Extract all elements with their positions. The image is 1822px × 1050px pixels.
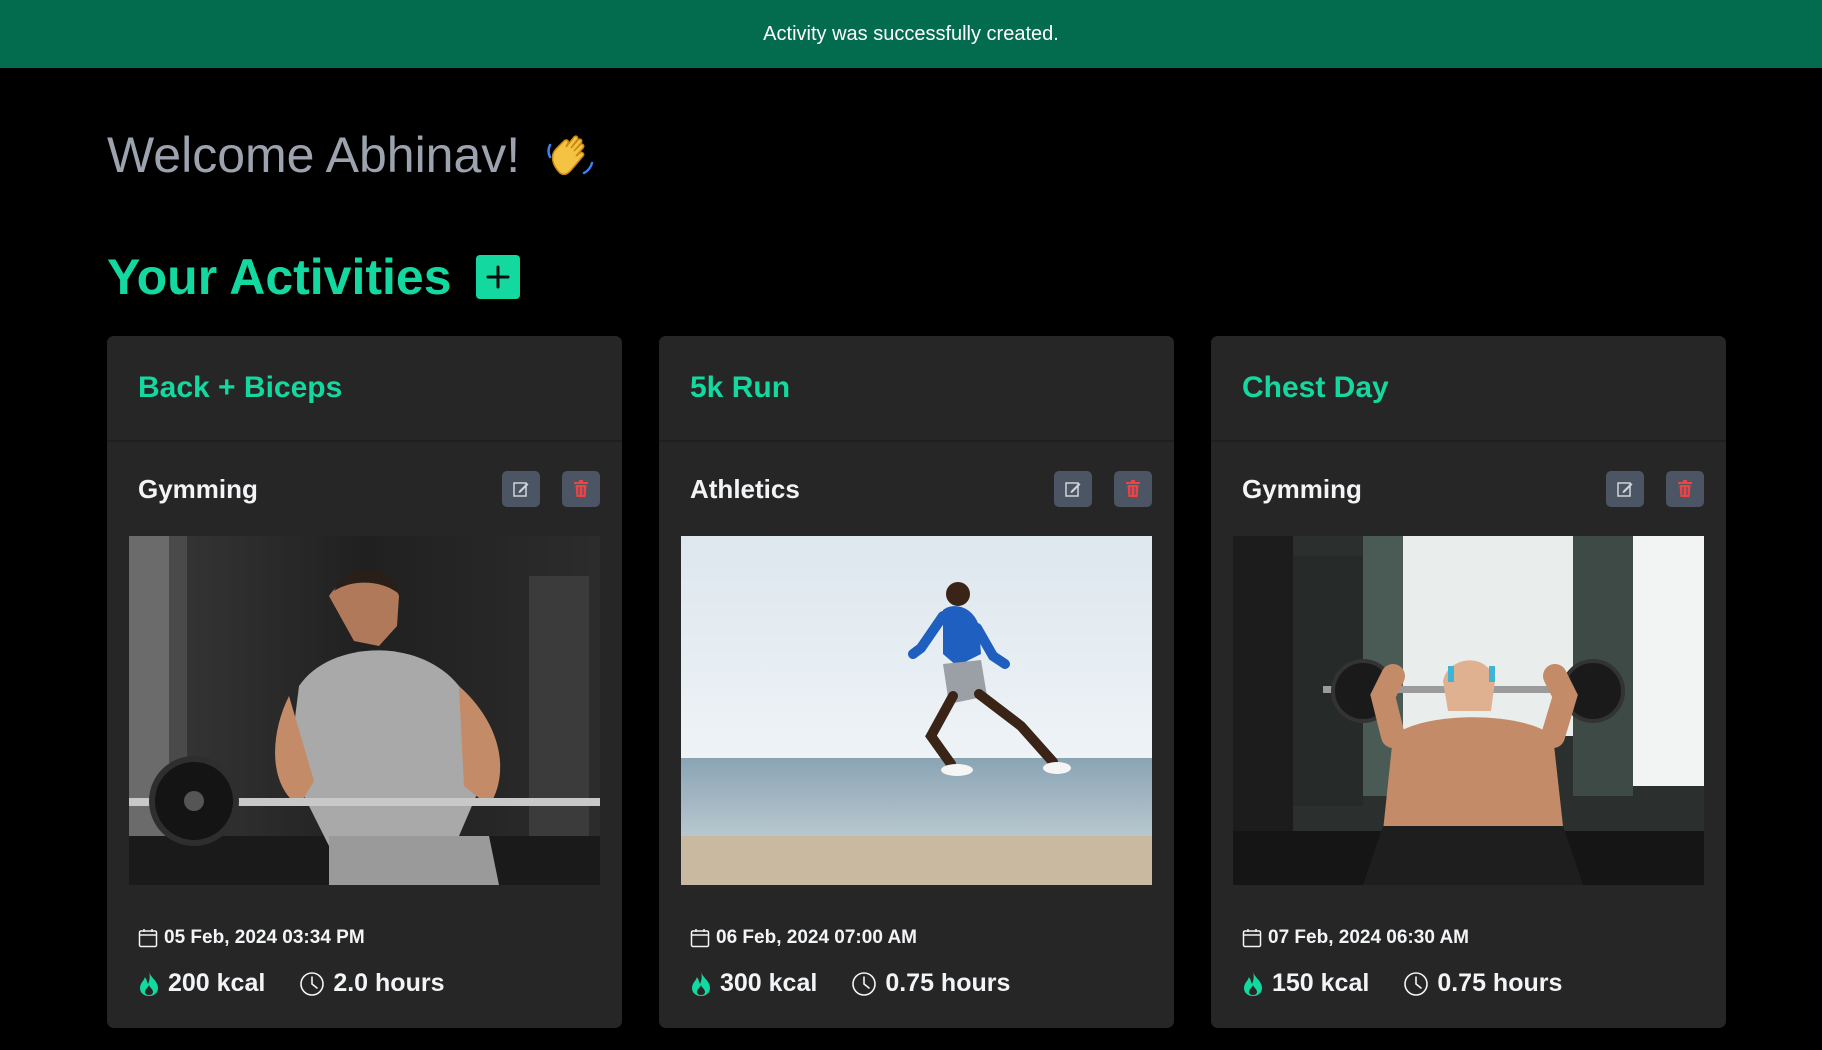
edit-icon: [513, 482, 529, 497]
welcome-title: Welcome Abhinav!: [107, 127, 521, 183]
duration-value: 0.75 hours: [1437, 969, 1563, 997]
card-subheader: Gymming: [1211, 442, 1726, 536]
activity-title[interactable]: Back + Biceps: [138, 371, 342, 405]
edit-button[interactable]: [1606, 471, 1644, 507]
calories-stat: 300 kcal: [690, 969, 817, 998]
activity-image: [681, 536, 1152, 885]
card-header: 5k Run: [659, 336, 1174, 442]
duration-stat: 0.75 hours: [851, 969, 1010, 998]
edit-button[interactable]: [502, 471, 540, 507]
clock-icon: [1404, 971, 1429, 996]
activity-category: Athletics: [690, 473, 800, 504]
activity-date: 06 Feb, 2024 07:00 AM: [690, 927, 1143, 949]
edit-button[interactable]: [1054, 471, 1092, 507]
card-meta: 06 Feb, 2024 07:00 AM 300 kcal 0.75 hour…: [659, 885, 1174, 998]
flame-icon: [692, 971, 710, 996]
card-header: Back + Biceps: [107, 336, 622, 442]
activity-category: Gymming: [1242, 473, 1362, 504]
calendar-icon: [138, 929, 158, 948]
activity-card: Chest Day Gymming 07 Feb, 2024 06:30 AM …: [1211, 336, 1726, 1028]
card-meta: 05 Feb, 2024 03:34 PM 200 kcal 2.0 hours: [107, 885, 622, 998]
trash-icon: [574, 480, 588, 497]
card-meta: 07 Feb, 2024 06:30 AM 150 kcal 0.75 hour…: [1211, 885, 1726, 998]
activity-stats: 200 kcal 2.0 hours: [138, 969, 591, 998]
flame-icon: [140, 971, 158, 996]
add-activity-button[interactable]: [475, 255, 520, 299]
calories-stat: 200 kcal: [138, 969, 265, 998]
plus-icon: [486, 265, 510, 289]
activity-category: Gymming: [138, 473, 258, 504]
calories-value: 300 kcal: [720, 969, 818, 997]
activity-date: 07 Feb, 2024 06:30 AM: [1242, 927, 1695, 949]
card-header: Chest Day: [1211, 336, 1726, 442]
delete-button[interactable]: [1114, 471, 1152, 507]
activity-title[interactable]: Chest Day: [1242, 371, 1389, 405]
activity-cards: Back + Biceps Gymming 05 Feb, 2024 03:34…: [107, 336, 1726, 1028]
card-subheader: Athletics: [659, 442, 1174, 536]
flash-message: Activity was successfully created.: [763, 22, 1059, 45]
activity-title[interactable]: 5k Run: [690, 371, 790, 405]
calendar-icon: [1242, 929, 1262, 948]
duration-value: 2.0 hours: [333, 969, 445, 997]
calories-stat: 150 kcal: [1242, 969, 1369, 998]
activity-image: [1233, 536, 1704, 885]
delete-button[interactable]: [562, 471, 600, 507]
activity-date-text: 05 Feb, 2024 03:34 PM: [164, 927, 365, 948]
calories-value: 150 kcal: [1272, 969, 1370, 997]
activity-date-text: 07 Feb, 2024 06:30 AM: [1268, 927, 1470, 948]
duration-stat: 0.75 hours: [1403, 969, 1562, 998]
activity-stats: 300 kcal 0.75 hours: [690, 969, 1143, 998]
calories-value: 200 kcal: [168, 969, 266, 997]
activity-stats: 150 kcal 0.75 hours: [1242, 969, 1695, 998]
activities-heading: Your Activities: [107, 249, 452, 305]
calendar-icon: [690, 929, 710, 948]
welcome-header: Welcome Abhinav!: [107, 126, 598, 184]
clock-icon: [852, 971, 877, 996]
edit-icon: [1065, 482, 1081, 497]
activity-image: [129, 536, 600, 885]
card-subheader: Gymming: [107, 442, 622, 536]
activity-card: 5k Run Athletics 06 Feb, 2024 07:00 AM 3…: [659, 336, 1174, 1028]
clock-icon: [300, 971, 325, 996]
flame-icon: [1244, 971, 1262, 996]
duration-value: 0.75 hours: [885, 969, 1011, 997]
trash-icon: [1126, 480, 1140, 497]
delete-button[interactable]: [1666, 471, 1704, 507]
waving-hand-icon: [542, 127, 598, 183]
edit-icon: [1617, 482, 1633, 497]
flash-notice: Activity was successfully created.: [0, 0, 1822, 68]
trash-icon: [1678, 480, 1692, 497]
activity-date: 05 Feb, 2024 03:34 PM: [138, 927, 591, 949]
activity-date-text: 06 Feb, 2024 07:00 AM: [716, 927, 918, 948]
activities-header: Your Activities: [107, 248, 520, 306]
duration-stat: 2.0 hours: [299, 969, 444, 998]
activity-card: Back + Biceps Gymming 05 Feb, 2024 03:34…: [107, 336, 622, 1028]
